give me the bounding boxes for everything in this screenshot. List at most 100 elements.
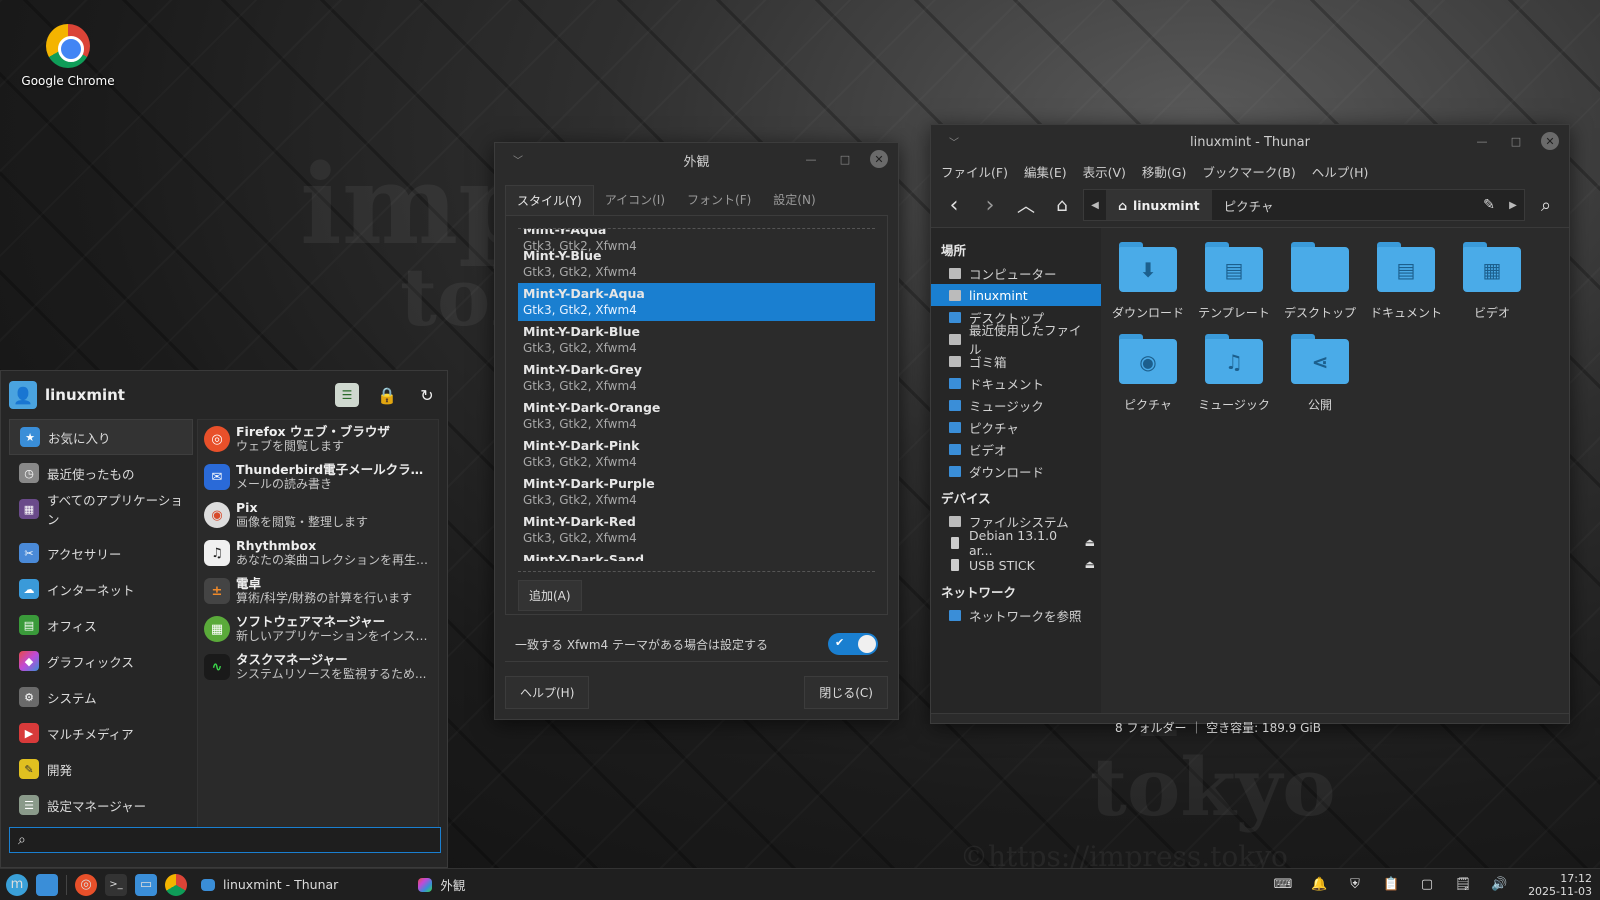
tab-fonts[interactable]: フォント(F) xyxy=(676,185,762,215)
app-thunderbird[interactable]: ✉ Thunderbird電子メールクライア... メールの読み書き xyxy=(198,458,438,496)
category-accessories[interactable]: ✂ アクセサリー xyxy=(9,535,193,571)
category-system[interactable]: ⚙ システム xyxy=(9,679,193,715)
app-calculator[interactable]: ± 電卓 算術/科学/財務の計算を行います xyxy=(198,572,438,610)
category-favorites[interactable]: ★ お気に入り xyxy=(9,419,193,455)
back-icon[interactable]: ‹ xyxy=(939,190,969,220)
notification-bell-icon[interactable]: 🔔 xyxy=(1308,874,1330,896)
breadcrumb-linuxmint[interactable]: ⌂ linuxmint xyxy=(1106,190,1212,220)
maximize-icon[interactable]: □ xyxy=(1507,132,1525,150)
menu-edit[interactable]: 編集(E) xyxy=(1024,162,1067,181)
menu-file[interactable]: ファイル(F) xyxy=(941,162,1008,181)
theme-item[interactable]: Mint-Y-Dark-Purple Gtk3, Gtk2, Xfwm4 xyxy=(518,473,875,511)
update-manager-icon[interactable]: 🗒 xyxy=(1452,874,1474,896)
menu-help[interactable]: ヘルプ(H) xyxy=(1312,162,1369,181)
terminal-launcher-icon[interactable]: >_ xyxy=(105,873,127,896)
show-desktop-icon[interactable] xyxy=(36,873,58,896)
window-menu-icon[interactable]: ﹀ xyxy=(949,134,959,149)
theme-item-selected[interactable]: Mint-Y-Dark-Aqua Gtk3, Gtk2, Xfwm4 xyxy=(518,283,875,321)
close-button[interactable]: 閉じる(C) xyxy=(804,676,888,709)
add-button[interactable]: 追加(A) xyxy=(518,580,582,611)
app-rhythmbox[interactable]: ♫ Rhythmbox あなたの楽曲コレクションを再生、... xyxy=(198,534,438,572)
workspace-icon[interactable]: ▢ xyxy=(1416,874,1438,896)
path-right-arrow-icon[interactable]: ▶ xyxy=(1502,200,1524,211)
settings-manager-icon[interactable]: ☰ xyxy=(335,383,359,407)
sidebar-item-home[interactable]: linuxmint xyxy=(931,284,1101,306)
window-menu-icon[interactable]: ﹀ xyxy=(513,152,523,167)
theme-item[interactable]: Mint-Y-Blue Gtk3, Gtk2, Xfwm4 xyxy=(518,245,875,283)
category-all-apps[interactable]: ▦ すべてのアプリケーション xyxy=(9,491,193,527)
sidebar-item-trash[interactable]: ゴミ箱 xyxy=(931,350,1101,372)
edit-location-icon[interactable]: ✎ xyxy=(1476,197,1502,213)
menu-view[interactable]: 表示(V) xyxy=(1083,162,1126,181)
sidebar-item-usb-stick[interactable]: USB STICK ⏏ xyxy=(931,554,1101,576)
theme-item[interactable]: Mint-Y-Dark-Blue Gtk3, Gtk2, Xfwm4 xyxy=(518,321,875,359)
sidebar-item-recent[interactable]: 最近使用したファイル xyxy=(931,323,1101,357)
app-pix[interactable]: ◉ Pix 画像を閲覧・整理します xyxy=(198,496,438,534)
theme-item[interactable]: Mint-Y-Dark-Red Gtk3, Gtk2, Xfwm4 xyxy=(518,511,875,549)
folder-item[interactable]: ▦ ビデオ xyxy=(1449,238,1535,330)
folder-item[interactable]: ◉ ピクチャ xyxy=(1105,330,1191,422)
minimize-icon[interactable]: — xyxy=(1473,132,1491,150)
theme-item[interactable]: Mint-Y-Dark-Pink Gtk3, Gtk2, Xfwm4 xyxy=(518,435,875,473)
up-icon[interactable]: ︿ xyxy=(1011,190,1041,220)
tab-style[interactable]: スタイル(Y) xyxy=(505,185,594,215)
category-graphics[interactable]: ◆ グラフィックス xyxy=(9,643,193,679)
app-firefox[interactable]: ◎ Firefox ウェブ・ブラウザ ウェブを閲覧します xyxy=(198,420,438,458)
taskbar-item-thunar[interactable]: linuxmint - Thunar xyxy=(191,869,348,900)
sidebar-item-debian-disc[interactable]: Debian 13.1.0 ar... ⏏ xyxy=(931,528,1101,558)
sidebar-item-music[interactable]: ミュージック xyxy=(931,394,1101,416)
theme-item[interactable]: Mint-Y-Dark-Sand xyxy=(518,549,875,561)
folder-item[interactable]: ⬇ ダウンロード xyxy=(1105,238,1191,330)
help-button[interactable]: ヘルプ(H) xyxy=(505,676,590,709)
theme-item[interactable]: Mint-Y-Dark-Orange Gtk3, Gtk2, Xfwm4 xyxy=(518,397,875,435)
category-internet[interactable]: ☁ インターネット xyxy=(9,571,193,607)
forward-icon[interactable]: › xyxy=(975,190,1005,220)
sidebar-item-documents[interactable]: ドキュメント xyxy=(931,372,1101,394)
close-icon[interactable]: ✕ xyxy=(870,150,888,168)
menu-go[interactable]: 移動(G) xyxy=(1142,162,1186,181)
category-settings-manager[interactable]: ☰ 設定マネージャー xyxy=(9,787,193,823)
breadcrumb-pictures[interactable]: ピクチャ xyxy=(1212,190,1286,220)
tab-settings[interactable]: 設定(N) xyxy=(762,185,826,215)
firefox-launcher-icon[interactable]: ◎ xyxy=(75,873,97,896)
close-icon[interactable]: ✕ xyxy=(1541,132,1559,150)
menu-bookmarks[interactable]: ブックマーク(B) xyxy=(1202,162,1295,181)
sidebar-item-computer[interactable]: コンピューター xyxy=(931,262,1101,284)
eject-icon[interactable]: ⏏ xyxy=(1085,558,1095,571)
search-icon[interactable]: ⌕ xyxy=(1531,190,1561,220)
lock-icon[interactable]: 🔒 xyxy=(375,383,399,407)
folder-item[interactable]: ♫ ミュージック xyxy=(1191,330,1277,422)
app-task-manager[interactable]: ∿ タスクマネージャー システムリソースを監視するため... xyxy=(198,648,438,686)
category-recent[interactable]: ◷ 最近使ったもの xyxy=(9,455,193,491)
home-icon[interactable]: ⌂ xyxy=(1047,190,1077,220)
category-multimedia[interactable]: ▶ マルチメディア xyxy=(9,715,193,751)
maximize-icon[interactable]: □ xyxy=(836,150,854,168)
menu-logo-icon[interactable]: m xyxy=(6,873,28,896)
chrome-launcher-icon[interactable] xyxy=(165,873,187,896)
folder-item[interactable]: デスクトップ xyxy=(1277,238,1363,330)
clipboard-icon[interactable]: 📋 xyxy=(1380,874,1402,896)
category-development[interactable]: ✎ 開発 xyxy=(9,751,193,787)
theme-item[interactable]: Mint-Y-Aqua Gtk3, Gtk2, Xfwm4 xyxy=(518,229,875,253)
desktop-icon-chrome[interactable]: Google Chrome xyxy=(18,24,118,88)
sidebar-item-downloads[interactable]: ダウンロード xyxy=(931,460,1101,482)
sidebar-item-videos[interactable]: ビデオ xyxy=(931,438,1101,460)
theme-item[interactable]: Mint-Y-Dark-Grey Gtk3, Gtk2, Xfwm4 xyxy=(518,359,875,397)
minimize-icon[interactable]: — xyxy=(802,150,820,168)
category-office[interactable]: ▤ オフィス xyxy=(9,607,193,643)
folder-item[interactable]: ▤ ドキュメント xyxy=(1363,238,1449,330)
shield-icon[interactable]: ⛨ xyxy=(1344,874,1366,896)
sidebar-item-pictures[interactable]: ピクチャ xyxy=(931,416,1101,438)
folder-item[interactable]: ▤ テンプレート xyxy=(1191,238,1277,330)
xfwm4-toggle-switch[interactable] xyxy=(828,633,878,655)
app-software-manager[interactable]: ▦ ソフトウェアマネージャー 新しいアプリケーションをインスト... xyxy=(198,610,438,648)
eject-icon[interactable]: ⏏ xyxy=(1085,536,1095,549)
volume-icon[interactable]: 🔊 xyxy=(1488,874,1510,896)
clock[interactable]: 17:12 2025-11-03 xyxy=(1520,872,1592,898)
titlebar[interactable]: ﹀ linuxmint - Thunar — □ ✕ xyxy=(931,125,1569,159)
taskbar-item-appearance[interactable]: 外観 xyxy=(408,869,475,900)
theme-list[interactable]: Mint-Y-Aqua Gtk3, Gtk2, Xfwm4 Mint-Y-Blu… xyxy=(518,228,875,572)
logout-icon[interactable]: ↻ xyxy=(415,383,439,407)
keyboard-icon[interactable]: ⌨ xyxy=(1272,874,1294,896)
menu-search-input[interactable]: ⌕ xyxy=(9,827,441,853)
